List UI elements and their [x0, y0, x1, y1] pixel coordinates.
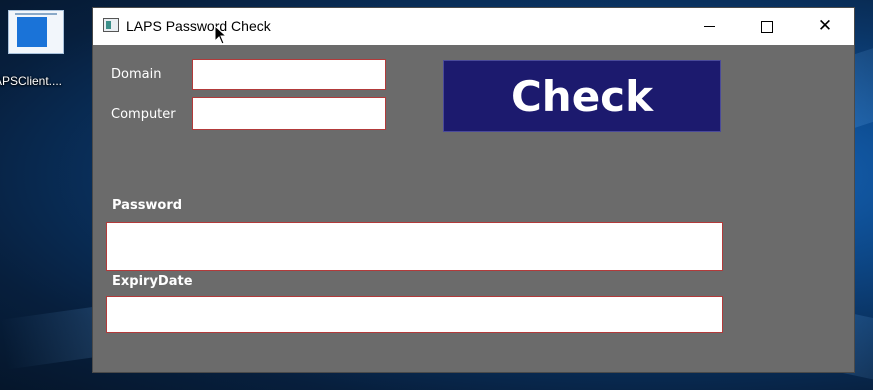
expiry-date-field[interactable]	[106, 296, 723, 333]
password-label: Password	[112, 198, 183, 213]
title-bar[interactable]: LAPS Password Check ✕	[93, 8, 854, 45]
close-icon: ✕	[817, 16, 833, 36]
maximize-button[interactable]	[738, 8, 796, 45]
check-button[interactable]: Check	[443, 60, 721, 132]
close-button[interactable]: ✕	[796, 8, 854, 45]
window-title: LAPS Password Check	[126, 18, 271, 34]
expiry-date-label: ExpiryDate	[112, 274, 193, 289]
minimize-button[interactable]	[680, 8, 738, 45]
domain-label: Domain	[111, 67, 162, 82]
minimize-icon	[703, 26, 715, 27]
mouse-cursor-icon	[214, 25, 228, 45]
maximize-icon	[761, 20, 773, 33]
password-field[interactable]	[106, 222, 723, 271]
computer-label: Computer	[111, 107, 176, 122]
desktop-shortcut[interactable]: APSClient....	[0, 10, 72, 88]
domain-input[interactable]	[192, 59, 386, 90]
app-window-icon	[103, 18, 119, 32]
laps-window: LAPS Password Check ✕ Domain Computer Ch…	[92, 7, 855, 373]
application-file-icon	[8, 10, 64, 54]
computer-input[interactable]	[192, 97, 386, 130]
desktop-shortcut-label: APSClient....	[0, 74, 63, 88]
